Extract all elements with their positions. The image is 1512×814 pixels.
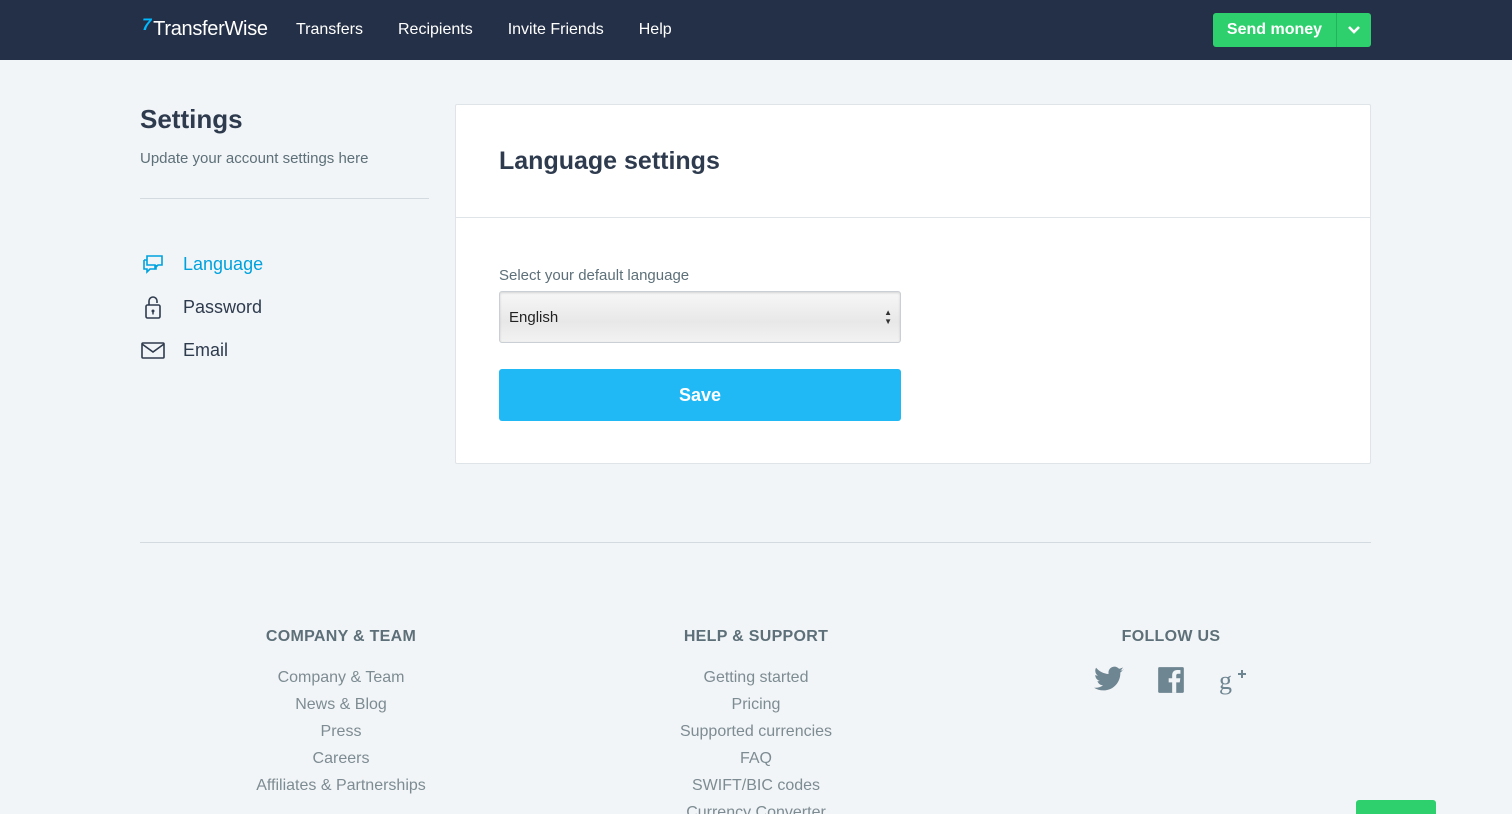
- footer-link-company-team[interactable]: Company & Team: [191, 664, 491, 691]
- footer-help-column: HELP & SUPPORT Getting started Pricing S…: [606, 628, 906, 814]
- footer-link-swift-bic[interactable]: SWIFT/BIC codes: [606, 772, 906, 799]
- sidebar-item-label: Email: [183, 339, 229, 360]
- nav-transfers[interactable]: Transfers: [296, 21, 363, 39]
- footer-company-column: COMPANY & TEAM Company & Team News & Blo…: [191, 628, 491, 799]
- save-button[interactable]: Save: [499, 369, 901, 421]
- footer-link-currency-converter[interactable]: Currency Converter: [606, 799, 906, 814]
- settings-title: Settings: [140, 104, 243, 134]
- envelope-icon: [140, 337, 166, 363]
- footer-link-faq[interactable]: FAQ: [606, 745, 906, 772]
- sidebar-item-password[interactable]: Password: [140, 292, 262, 322]
- sidebar-item-label: Password: [183, 296, 263, 317]
- footer-divider: [140, 542, 1371, 543]
- footer-heading: HELP & SUPPORT: [683, 628, 829, 645]
- google-plus-icon[interactable]: g: [1217, 664, 1249, 696]
- logo-mark: 7: [142, 15, 152, 34]
- language-settings-card: Language settings Select your default la…: [455, 104, 1371, 464]
- footer-link-supported-currencies[interactable]: Supported currencies: [606, 718, 906, 745]
- facebook-icon[interactable]: [1155, 664, 1187, 696]
- select-arrows-icon: ▲ ▼: [884, 308, 892, 326]
- sidebar-item-label: Language: [183, 253, 264, 274]
- nav-recipients[interactable]: Recipients: [398, 21, 473, 39]
- footer-link-careers[interactable]: Careers: [191, 745, 491, 772]
- main-nav: Transfers Recipients Invite Friends Help: [296, 0, 707, 60]
- language-field-label: Select your default language: [499, 267, 690, 284]
- settings-subtitle: Update your account settings here: [140, 150, 369, 167]
- chevron-down-icon: [1348, 26, 1360, 34]
- sidebar-item-email[interactable]: Email: [140, 335, 228, 365]
- send-money-button[interactable]: Send money: [1213, 13, 1336, 47]
- footer-link-getting-started[interactable]: Getting started: [606, 664, 906, 691]
- language-select[interactable]: English ▲ ▼: [499, 291, 901, 343]
- send-money-dropdown-toggle[interactable]: [1336, 13, 1371, 47]
- twitter-icon[interactable]: [1093, 664, 1125, 696]
- footer-heading: COMPANY & TEAM: [265, 628, 417, 645]
- sidebar-item-language[interactable]: Language: [140, 249, 263, 279]
- footer-heading: FOLLOW US: [1121, 628, 1221, 645]
- footer-follow-column: FOLLOW US g: [1021, 628, 1321, 696]
- logo-text: TransferWise: [153, 17, 268, 40]
- nav-help[interactable]: Help: [639, 21, 672, 39]
- top-navbar: 7 TransferWise Transfers Recipients Invi…: [0, 0, 1512, 60]
- send-money-button-group: Send money: [1213, 13, 1371, 47]
- nav-invite-friends[interactable]: Invite Friends: [508, 21, 604, 39]
- footer-link-press[interactable]: Press: [191, 718, 491, 745]
- svg-text:g: g: [1219, 666, 1232, 695]
- footer-link-news-blog[interactable]: News & Blog: [191, 691, 491, 718]
- logo[interactable]: 7 TransferWise: [142, 14, 268, 44]
- footer-link-affiliates[interactable]: Affiliates & Partnerships: [191, 772, 491, 799]
- lock-icon: [140, 294, 166, 320]
- language-select-value: English: [509, 308, 559, 326]
- chat-bubbles-icon: [140, 251, 166, 277]
- social-links: g: [1021, 664, 1321, 696]
- live-chat-tab[interactable]: [1356, 800, 1436, 814]
- sidebar-divider: [140, 198, 429, 199]
- footer-link-pricing[interactable]: Pricing: [606, 691, 906, 718]
- page-title: Language settings: [499, 147, 720, 175]
- card-header: Language settings: [456, 105, 1370, 218]
